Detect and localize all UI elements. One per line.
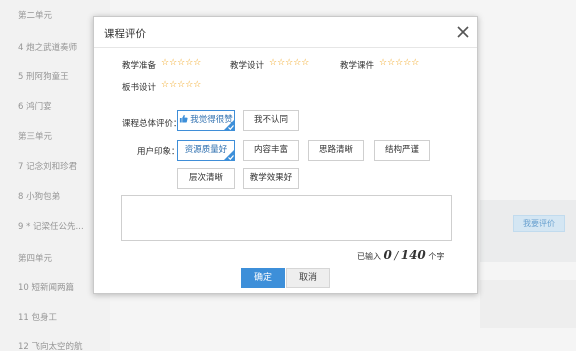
rating-label-courseware: 教学课件 (340, 61, 375, 71)
impression-tag-clear-thinking[interactable]: 思路清晰 (308, 140, 364, 161)
star-rating-design[interactable]: ☆☆☆☆☆ (269, 58, 309, 68)
overall-option-disagree-label: 我不认同 (253, 115, 288, 125)
counter-suffix: 个字 (428, 252, 445, 261)
checkmark-icon (223, 119, 235, 131)
dialog-header: 课程评价 (94, 17, 477, 48)
overall-evaluation-label: 课程总体评价： (122, 119, 182, 129)
counter-max: 140 (400, 248, 426, 262)
comment-textarea[interactable] (121, 195, 452, 241)
close-icon[interactable] (456, 25, 470, 39)
counter-current: 0 (383, 248, 392, 262)
confirm-button[interactable]: 确定 (241, 268, 285, 288)
impression-tag-label: 思路清晰 (318, 145, 353, 155)
thumbs-up-icon (180, 114, 188, 123)
impression-tag-label: 层次清晰 (188, 173, 223, 183)
impression-tag-label: 结构严谨 (384, 145, 419, 155)
overall-option-like[interactable]: 我觉得很赞 (177, 110, 235, 131)
counter-prefix: 已输入 (357, 252, 381, 261)
impression-tag-good-effect[interactable]: 教学效果好 (243, 168, 299, 189)
star-rating-blackboard[interactable]: ☆☆☆☆☆ (161, 80, 201, 90)
impression-tag-label: 资源质量好 (184, 145, 228, 155)
rating-label-preparation: 教学准备 (122, 61, 157, 71)
impression-tag-label: 教学效果好 (249, 173, 293, 183)
star-rating-preparation[interactable]: ☆☆☆☆☆ (161, 58, 201, 68)
impression-tag-rich-content[interactable]: 内容丰富 (243, 140, 299, 161)
rating-label-blackboard: 板书设计 (122, 83, 157, 93)
impression-tag-resource-quality[interactable]: 资源质量好 (177, 140, 235, 161)
star-rating-courseware[interactable]: ☆☆☆☆☆ (379, 58, 419, 68)
user-impression-label: 用户印象： (137, 147, 180, 157)
checkmark-icon (223, 149, 235, 161)
rating-label-design: 教学设计 (230, 61, 265, 71)
cancel-button[interactable]: 取消 (286, 268, 330, 288)
overall-option-disagree[interactable]: 我不认同 (243, 110, 299, 131)
impression-tag-clear-levels[interactable]: 层次清晰 (177, 168, 235, 189)
impression-tag-rigorous-structure[interactable]: 结构严谨 (374, 140, 430, 161)
counter-separator: / (394, 249, 399, 262)
dialog-title: 课程评价 (104, 28, 146, 40)
impression-tag-label: 内容丰富 (253, 145, 288, 155)
character-counter: 已输入 0 / 140 个字 (357, 248, 444, 262)
